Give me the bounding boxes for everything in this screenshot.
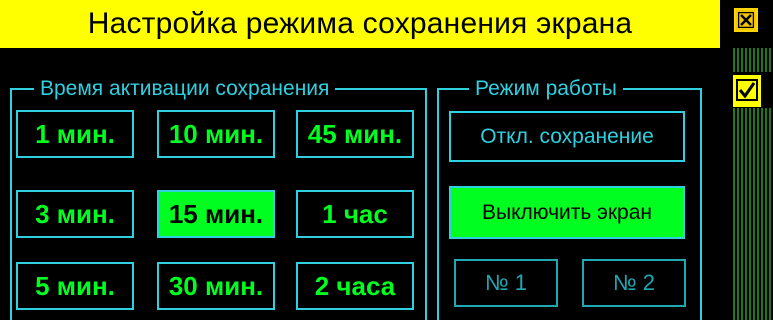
time-button-5-min[interactable]: 5 мин. <box>16 262 134 310</box>
close-button[interactable] <box>734 8 758 32</box>
time-button-15-min[interactable]: 15 мин. <box>157 190 275 238</box>
time-button-10-min[interactable]: 10 мин. <box>157 110 275 158</box>
disable-saver-button[interactable]: Откл. сохранение <box>449 111 685 162</box>
time-button-30-min[interactable]: 30 мин. <box>157 262 275 310</box>
mode-number-1-button[interactable]: № 1 <box>454 259 558 307</box>
time-button-3-min[interactable]: 3 мин. <box>16 190 134 238</box>
window-title: Настройка режима сохранения экрана <box>0 0 720 48</box>
confirm-button[interactable] <box>733 75 761 107</box>
checkmark-icon <box>736 79 758 101</box>
window-title-text: Настройка режима сохранения экрана <box>87 7 633 40</box>
time-button-45-min[interactable]: 45 мин. <box>296 110 414 158</box>
screen-off-button[interactable]: Выключить экран <box>449 186 685 239</box>
close-icon <box>738 12 754 28</box>
activation-time-legend: Время активации сохранения <box>34 77 336 101</box>
toolbar-hatch-top <box>733 48 773 72</box>
toolbar-hatch <box>733 108 773 320</box>
time-button-1-hour[interactable]: 1 час <box>296 190 414 238</box>
time-button-2-hours[interactable]: 2 часа <box>296 262 414 310</box>
mode-legend: Режим работы <box>469 77 623 101</box>
right-toolbar <box>725 0 773 320</box>
mode-number-2-button[interactable]: № 2 <box>582 259 686 307</box>
screensaver-settings-window: Настройка режима сохранения экрана Время… <box>0 0 773 320</box>
time-button-1-min[interactable]: 1 мин. <box>16 110 134 158</box>
